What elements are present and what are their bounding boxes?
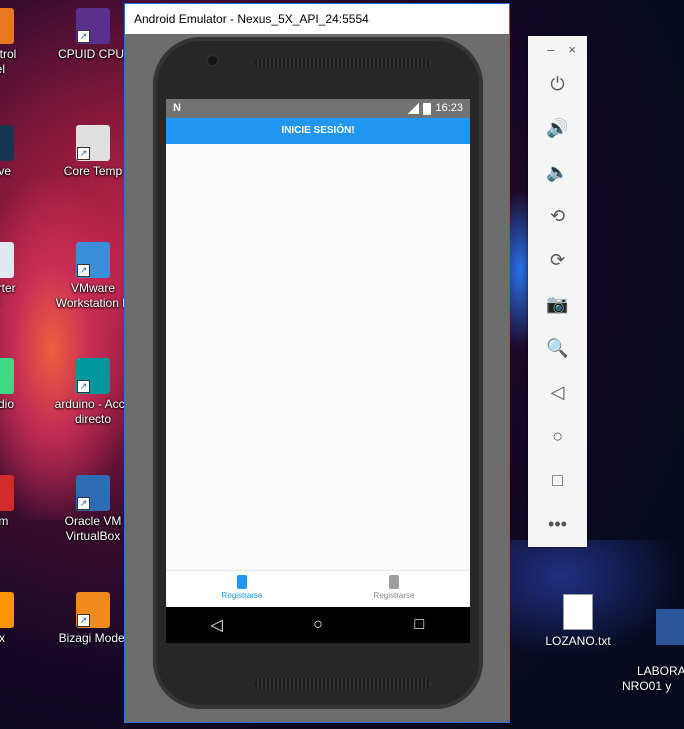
desktop-icon-left-1[interactable]: ↗Drive: [0, 125, 38, 179]
desktop-icon-left-5[interactable]: ↗fox: [0, 592, 38, 646]
minimize-button[interactable]: –: [547, 42, 554, 57]
notification-icon: N: [173, 102, 181, 114]
clipboard-icon: [237, 575, 247, 589]
virtualbox-icon: ↗: [76, 475, 110, 511]
desktop-icon-col2-2[interactable]: ↗VMware Workstation P: [52, 242, 134, 311]
phone-frame: N 16:23 INICIE SESIÓN! Registrarse Regis…: [153, 37, 483, 709]
emulator-window[interactable]: Android Emulator - Nexus_5X_API_24:5554 …: [124, 3, 510, 723]
text-file-icon: [563, 594, 593, 630]
bottom-speaker: [255, 678, 431, 689]
window-title[interactable]: Android Emulator - Nexus_5X_API_24:5554: [125, 4, 509, 34]
wallpaper-glow: [0, 180, 130, 520]
top-speaker: [255, 58, 431, 69]
battery-icon: [423, 102, 432, 115]
nav-recents-button[interactable]: □: [399, 616, 439, 634]
shortcut-arrow-icon: ↗: [77, 264, 90, 277]
tab-registrarse[interactable]: Registrarse: [318, 571, 470, 607]
drive-icon: ↗: [0, 125, 14, 161]
rotate-left-icon[interactable]: ⟲: [528, 194, 587, 238]
front-camera: [208, 56, 217, 65]
desktop-icon-left-2[interactable]: ↗nverter F: [0, 242, 38, 311]
webcam-icon: ↗: [0, 475, 14, 511]
clipboard-icon: [389, 575, 399, 589]
bizagi-icon: ↗: [76, 592, 110, 628]
close-button[interactable]: ×: [568, 42, 576, 57]
nav-back-button[interactable]: ◁: [197, 615, 237, 635]
camera-icon[interactable]: 📷: [528, 282, 587, 326]
tab-registrarse-active[interactable]: Registrarse: [166, 571, 318, 607]
status-time: 16:23: [435, 102, 463, 114]
shortcut-arrow-icon: ↗: [77, 614, 90, 627]
shortcut-arrow-icon: ↗: [77, 147, 90, 160]
desktop-icon-col2-0[interactable]: ↗ CPUID CPU-: [52, 8, 134, 62]
app-bar-title: INICIE SESIÓN!: [166, 118, 470, 144]
volume-up-icon[interactable]: 🔊: [528, 106, 587, 150]
vmware-icon: ↗: [76, 242, 110, 278]
emulator-side-toolbar: – × ⏻ 🔊 🔈 ⟲ ⟳ 📷 🔍 ◁ ○ □ •••: [528, 36, 587, 547]
volume-down-icon[interactable]: 🔈: [528, 150, 587, 194]
desktop-icon-col2-4[interactable]: ↗ Oracle VM VirtualBox: [52, 475, 134, 544]
signal-icon: [408, 103, 420, 114]
home-icon[interactable]: ○: [528, 414, 587, 458]
desktop-icon-laboratorio[interactable]: LABORAT NRO01 y: [622, 594, 684, 694]
app-content: [166, 144, 470, 571]
thermometer-icon: ↗: [76, 125, 110, 161]
shortcut-arrow-icon: ↗: [77, 380, 90, 393]
desktop-icon-lozano[interactable]: LOZANO.txt: [540, 594, 616, 649]
shortcut-arrow-icon: ↗: [77, 30, 90, 43]
desktop-icon-left-3[interactable]: ↗Studio: [0, 358, 38, 412]
nav-home-button[interactable]: ○: [298, 616, 338, 634]
android-studio-icon: ↗: [0, 358, 14, 394]
desktop-icon-col2-3[interactable]: ↗ arduino - Acce directo: [52, 358, 134, 427]
cpuid-icon: ↗: [76, 8, 110, 44]
rotate-right-icon[interactable]: ⟳: [528, 238, 587, 282]
firefox-icon: ↗: [0, 592, 14, 628]
more-icon[interactable]: •••: [528, 502, 587, 546]
document-converter-icon: ↗: [0, 242, 14, 278]
arduino-icon: ↗: [76, 358, 110, 394]
control-panel-icon: ↗: [0, 8, 14, 44]
desktop-icon-left-0[interactable]: ↗Control nel: [0, 8, 38, 77]
power-icon[interactable]: ⏻: [528, 62, 587, 106]
overview-icon[interactable]: □: [528, 458, 587, 502]
back-icon[interactable]: ◁: [528, 370, 587, 414]
bottom-tab-bar: Registrarse Registrarse: [166, 570, 470, 607]
device-screen[interactable]: N 16:23 INICIE SESIÓN! Registrarse Regis…: [166, 99, 470, 643]
shortcut-arrow-icon: ↗: [77, 497, 90, 510]
word-document-icon: [656, 609, 684, 645]
zoom-icon[interactable]: 🔍: [528, 326, 587, 370]
android-nav-bar: ◁ ○ □: [166, 607, 470, 643]
desktop-icon-col2-5[interactable]: ↗ Bizagi Model: [52, 592, 134, 646]
desktop-icon-left-4[interactable]: ↗cam: [0, 475, 38, 529]
status-bar: N 16:23: [166, 99, 470, 118]
desktop-icon-col2-1[interactable]: ↗ Core Temp: [52, 125, 134, 179]
